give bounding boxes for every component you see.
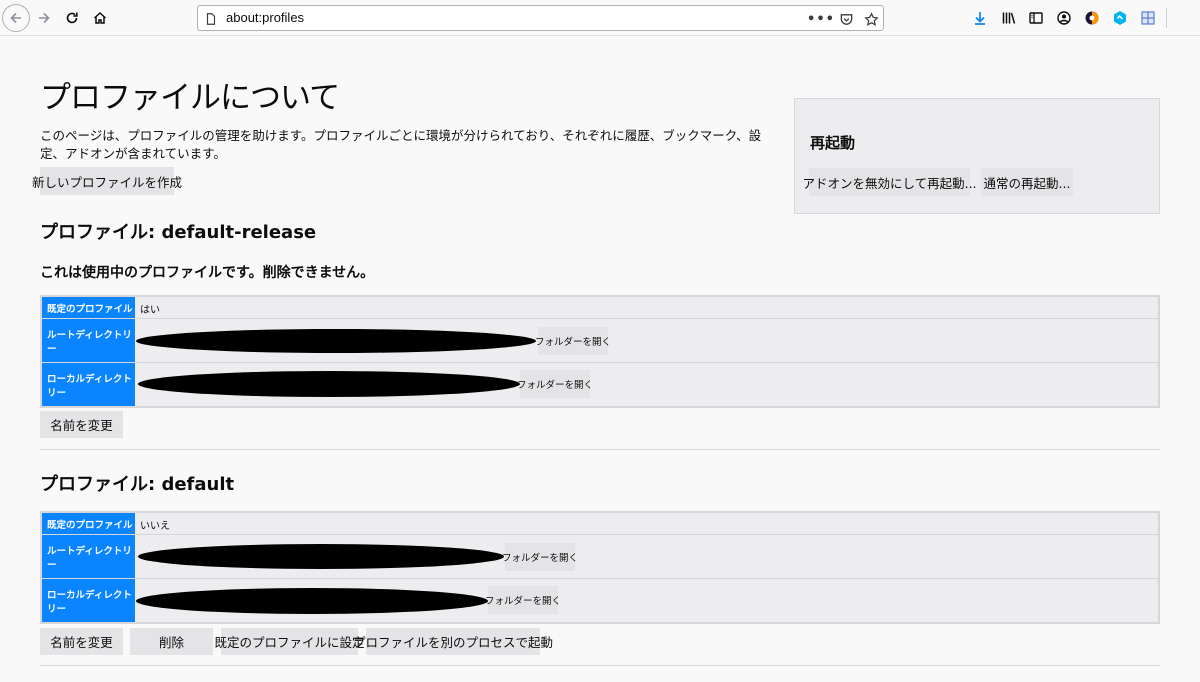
- default-profile-label: 既定のプロファイル: [42, 513, 135, 534]
- default-profile-label: 既定のプロファイル: [42, 297, 135, 318]
- arrow-left-icon: [10, 12, 21, 24]
- divider: [40, 665, 1160, 666]
- rename-button[interactable]: 名前を変更: [40, 411, 123, 438]
- browser-toolbar: about:profiles •••: [0, 0, 1200, 36]
- extension-1-icon: [1085, 11, 1099, 25]
- back-button[interactable]: [2, 4, 30, 32]
- profile-table: 既定のプロファイル はい ルートディレクトリー フォルダーを開く ローカルディレ…: [40, 295, 1160, 408]
- url-bar[interactable]: about:profiles •••: [197, 5, 884, 31]
- table-row-default: 既定のプロファイル いいえ: [42, 513, 1158, 535]
- extension-3-button[interactable]: [1134, 4, 1162, 32]
- home-button[interactable]: [86, 4, 114, 32]
- arrow-right-icon: [39, 12, 50, 24]
- delete-button[interactable]: 削除: [130, 628, 213, 655]
- open-folder-button[interactable]: フォルダーを開く: [485, 586, 561, 614]
- default-profile-value: いいえ: [140, 521, 170, 532]
- sidebar-button[interactable]: [1022, 4, 1050, 32]
- url-text[interactable]: about:profiles: [226, 10, 304, 25]
- table-row-root-dir: ルートディレクトリー フォルダーを開く: [42, 535, 1158, 579]
- redacted-path: [136, 588, 488, 614]
- profile-table: 既定のプロファイル いいえ ルートディレクトリー フォルダーを開く ローカルディ…: [40, 511, 1160, 624]
- restart-panel: 再起動 アドオンを無効にして再起動... 通常の再起動...: [794, 98, 1160, 214]
- toolbar-separator: [1166, 8, 1167, 28]
- root-dir-label: ルートディレクトリー: [42, 319, 135, 362]
- local-dir-label: ローカルディレクトリー: [42, 579, 135, 622]
- page-intro: このページは、プロファイルの管理を助けます。プロファイルごとに環境が分けられてお…: [40, 128, 762, 161]
- table-row-local-dir: ローカルディレクトリー フォルダーを開く: [42, 579, 1158, 622]
- reload-icon: [66, 12, 78, 24]
- account-icon: [1057, 11, 1071, 25]
- set-default-button[interactable]: 既定のプロファイルに設定: [215, 628, 365, 655]
- open-folder-button[interactable]: フォルダーを開く: [517, 370, 593, 398]
- divider: [40, 449, 1160, 450]
- downloads-button[interactable]: [966, 4, 994, 32]
- table-row-default: 既定のプロファイル はい: [42, 297, 1158, 319]
- profile-heading: プロファイル: default: [40, 474, 235, 495]
- library-button[interactable]: [995, 4, 1023, 32]
- bookmark-star-icon[interactable]: [862, 10, 880, 28]
- page-title: プロファイルについて: [40, 80, 340, 116]
- restart-title: 再起動: [810, 134, 856, 152]
- extension-3-icon: [1141, 11, 1155, 25]
- local-dir-label: ローカルディレクトリー: [42, 363, 135, 406]
- root-dir-label: ルートディレクトリー: [42, 535, 135, 578]
- redacted-path: [136, 329, 536, 353]
- library-icon: [1002, 12, 1016, 24]
- restart-normal-button[interactable]: 通常の再起動...: [981, 168, 1073, 196]
- open-folder-button[interactable]: フォルダーを開く: [535, 327, 611, 355]
- create-profile-button[interactable]: 新しいプロファイルを作成: [32, 167, 182, 195]
- open-folder-button[interactable]: フォルダーを開く: [502, 543, 578, 571]
- page-icon: [202, 10, 220, 28]
- page-actions-icon[interactable]: •••: [807, 10, 834, 28]
- table-row-local-dir: ローカルディレクトリー フォルダーを開く: [42, 363, 1158, 406]
- reload-button[interactable]: [58, 4, 86, 32]
- redacted-path: [138, 371, 520, 397]
- table-row-root-dir: ルートディレクトリー フォルダーを開く: [42, 319, 1158, 363]
- extension-1-button[interactable]: [1078, 4, 1106, 32]
- redacted-path: [138, 544, 504, 569]
- account-button[interactable]: [1050, 4, 1078, 32]
- profile-heading: プロファイル: default-release: [40, 222, 317, 243]
- restart-safe-mode-button[interactable]: アドオンを無効にして再起動...: [802, 168, 977, 196]
- rename-button[interactable]: 名前を変更: [40, 628, 123, 655]
- launch-profile-button[interactable]: プロファイルを別のプロセスで起動: [353, 628, 553, 655]
- profile-in-use-message: これは使用中のプロファイルです。削除できません。: [40, 265, 375, 281]
- pocket-icon[interactable]: [837, 10, 855, 28]
- default-profile-value: はい: [140, 305, 160, 316]
- download-icon: [975, 12, 985, 25]
- extension-2-button[interactable]: [1106, 4, 1134, 32]
- extension-2-icon: [1114, 11, 1126, 25]
- forward-button[interactable]: [30, 4, 58, 32]
- home-icon: [93, 11, 107, 24]
- sidebar-icon: [1029, 12, 1043, 24]
